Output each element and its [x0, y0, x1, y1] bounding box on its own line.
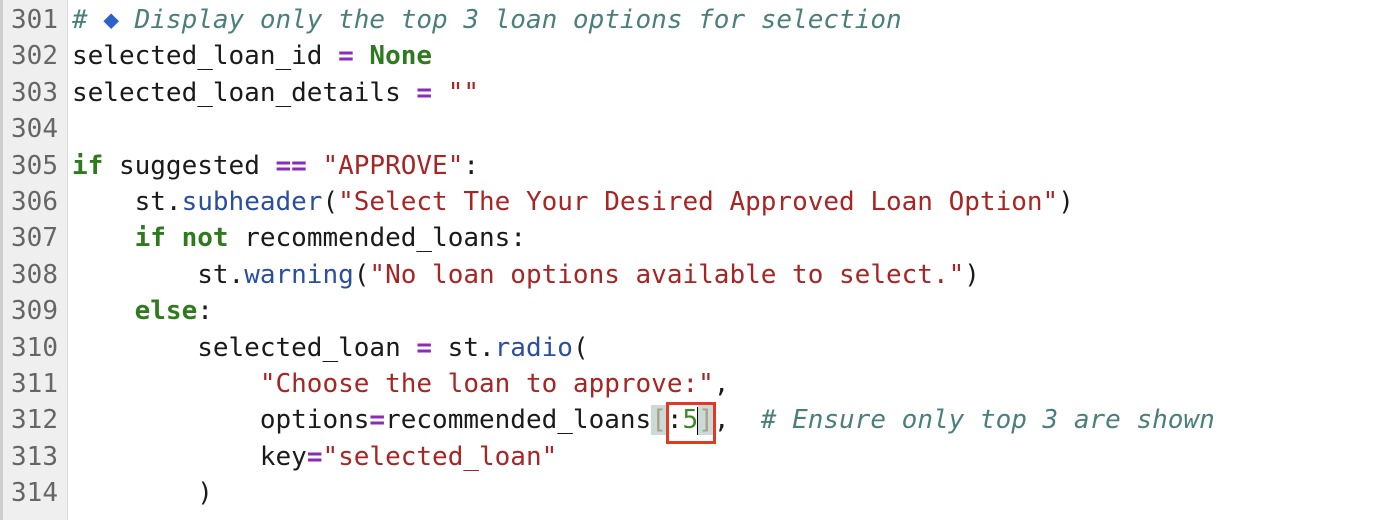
code-line[interactable]: 312 options=recommended_loans[:5], # Ens… [0, 402, 1215, 438]
line-number: 313 [11, 441, 58, 472]
line-text: # ◆ Display only the top 3 loan options … [68, 2, 902, 38]
code-token-bracket: [ [651, 405, 667, 436]
code-token-op: = [369, 405, 386, 436]
code-token-plain: , [713, 368, 730, 399]
code-token-plain: selected_loan_id [72, 41, 339, 72]
code-editor[interactable]: 301 # ◆ Display only the top 3 loan optio… [0, 2, 1215, 511]
line-text: if not recommended_loans: [68, 220, 526, 256]
code-token-kw: not [181, 223, 229, 254]
line-text: st.warning("No loan options available to… [68, 257, 980, 293]
line-number: 312 [11, 405, 58, 436]
code-line[interactable]: 307 if not recommended_loans: [0, 220, 1215, 256]
code-token-plain: key [72, 441, 307, 472]
line-text: key="selected_loan" [68, 439, 557, 475]
code-token-plain: , [713, 405, 761, 436]
code-token-plain: : [463, 150, 480, 181]
code-token-op: = [416, 77, 433, 108]
code-token-plain: recommended_loans [385, 405, 652, 436]
highlight-annotation-box [666, 402, 716, 444]
code-token-fn: warning [244, 259, 354, 290]
code-token-fn: radio [494, 332, 573, 363]
line-number: 309 [11, 296, 58, 327]
code-token-comment: Display only the top 3 loan options for … [118, 5, 902, 35]
line-number: 302 [11, 41, 58, 72]
code-line[interactable]: 314 ) [0, 475, 1215, 511]
code-token-plain: selected_loan [72, 332, 417, 363]
code-token-kw: if [72, 150, 104, 181]
line-text: ) [68, 475, 213, 511]
line-text: else: [68, 293, 213, 329]
code-token-str: "" [447, 77, 479, 108]
code-line[interactable]: 304 [0, 111, 1215, 147]
code-token-kw: None [369, 41, 433, 72]
code-token-plain: recommended_loans: [228, 223, 526, 254]
code-token-plain: suggested [103, 150, 276, 181]
code-token-op: = [338, 41, 354, 72]
code-token-str: "Select The Your Desired Approved Loan O… [338, 186, 1059, 217]
code-token-str: "APPROVE" [322, 150, 464, 181]
code-line[interactable]: 313 key="selected_loan" [0, 439, 1215, 475]
line-text: st.subheader("Select The Your Desired Ap… [68, 184, 1074, 220]
line-number: 301 [11, 5, 58, 35]
code-line[interactable]: 308 st.warning("No loan options availabl… [0, 257, 1215, 293]
code-token-plain: ) [964, 259, 980, 290]
line-text: options=recommended_loans[:5], # Ensure … [68, 402, 1215, 438]
code-line[interactable]: 311 "Choose the loan to approve:", [0, 366, 1215, 402]
line-number: 310 [11, 332, 58, 363]
code-line[interactable]: 306 st.subheader("Select The Your Desire… [0, 184, 1215, 220]
code-token-str: "selected_loan" [322, 441, 558, 472]
code-token-plain: ( [322, 186, 339, 217]
line-number: 305 [11, 150, 58, 181]
code-line[interactable]: 302 selected_loan_id = None [0, 38, 1215, 74]
line-number: 306 [11, 186, 58, 217]
code-token-plain: ( [572, 332, 589, 363]
code-token-plain: selected_loan_details [72, 77, 417, 108]
code-token-plain: st. [432, 332, 495, 363]
code-token-plain: : [197, 296, 213, 327]
line-number: 303 [11, 77, 58, 108]
code-token-str: "No loan options available to select." [369, 259, 965, 290]
code-line[interactable]: 309 else: [0, 293, 1215, 329]
code-token-op: = [306, 441, 323, 472]
line-number: 308 [11, 259, 58, 290]
code-line[interactable]: 310 selected_loan = st.radio( [0, 330, 1215, 366]
line-text: "Choose the loan to approve:", [68, 366, 730, 402]
line-number: 304 [11, 114, 58, 145]
line-text: if suggested == "APPROVE": [68, 148, 479, 184]
code-token-plain: st. [72, 259, 245, 290]
code-token-op: == [275, 150, 307, 181]
code-line[interactable]: 301 # ◆ Display only the top 3 loan optio… [0, 2, 1215, 38]
blue-diamond-icon: ◆ [103, 5, 119, 35]
code-token-comment: # [72, 5, 104, 35]
line-number: 314 [11, 478, 58, 509]
code-token-comment: # Ensure only top 3 are shown [760, 405, 1215, 436]
code-token-kw: if [134, 223, 166, 254]
code-token-plain: options [72, 405, 370, 436]
code-token-plain: ( [353, 259, 370, 290]
code-token-kw: else [134, 296, 198, 327]
code-token-plain: st. [72, 186, 182, 217]
line-text: selected_loan_details = "" [68, 75, 479, 111]
code-token-str: "Choose the loan to approve:" [259, 368, 714, 399]
line-number: 307 [11, 223, 58, 254]
code-token-plain: ) [1058, 186, 1074, 217]
line-number: 311 [11, 368, 58, 399]
code-token-op: = [416, 332, 433, 363]
line-text: selected_loan = st.radio( [68, 330, 589, 366]
code-token-plain: ) [72, 478, 213, 509]
code-line[interactable]: 303 selected_loan_details = "" [0, 75, 1215, 111]
code-token-fn: subheader [181, 186, 323, 217]
code-line[interactable]: 305 if suggested == "APPROVE": [0, 148, 1215, 184]
line-text: selected_loan_id = None [68, 38, 432, 74]
